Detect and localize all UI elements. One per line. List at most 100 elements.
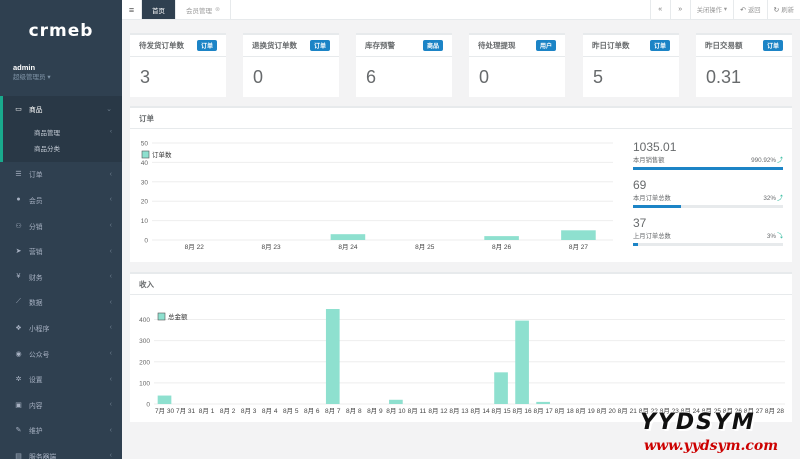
tab-bar: ≡ 首页 会员管理 ⊗ « » 关闭操作 ▾ ↶ 返回 ↻ 刷新 bbox=[122, 0, 800, 20]
x-tick-label: 8月 22 bbox=[185, 243, 205, 251]
x-tick-label: 7月 31 bbox=[176, 407, 196, 415]
chevron-left-icon: ‹ bbox=[109, 222, 112, 230]
profile-role[interactable]: 超级管理员 ▾ bbox=[13, 73, 122, 83]
menu-toggle-button[interactable]: ≡ bbox=[122, 0, 142, 19]
sidebar-item-7[interactable]: ❖ 小程序 ‹ bbox=[0, 315, 122, 341]
gear-icon: ✲ bbox=[15, 376, 22, 384]
sidebar-subitem-label: 商品管理 bbox=[34, 129, 60, 137]
bar bbox=[389, 399, 403, 404]
watermark-url: www.yydsym.com bbox=[644, 438, 779, 454]
legend-label: 订单数 bbox=[152, 150, 172, 159]
chevron-left-icon: ‹ bbox=[109, 196, 112, 204]
refresh-button[interactable]: ↻ 刷新 bbox=[766, 0, 800, 19]
card-badge: 商品 bbox=[422, 40, 443, 51]
x-tick-label: 8月 6 bbox=[304, 407, 320, 415]
sidebar-item-1[interactable]: ☰ 订单 ‹ bbox=[0, 162, 122, 188]
chevron-left-icon: ‹ bbox=[109, 298, 112, 306]
profile-role-label: 超级管理员 bbox=[13, 74, 46, 81]
close-ops-dropdown[interactable]: 关闭操作 ▾ bbox=[689, 0, 733, 19]
sidebar-item-4[interactable]: ➤ 营销 ‹ bbox=[0, 238, 122, 264]
users-icon: ⚇ bbox=[15, 222, 22, 230]
stat-percent: 32% bbox=[763, 195, 776, 202]
sidebar-item-8[interactable]: ◉ 公众号 ‹ bbox=[0, 341, 122, 367]
sidebar-item-11[interactable]: ✎ 维护 ‹ bbox=[0, 418, 122, 444]
x-tick-label: 8月 19 bbox=[576, 407, 596, 415]
x-tick-label: 8月 1 bbox=[199, 407, 215, 415]
legend-swatch bbox=[141, 150, 150, 159]
sidebar-item-2[interactable]: ● 会员 ‹ bbox=[0, 187, 122, 213]
orders-panel-title: 订单 bbox=[130, 108, 792, 129]
user-profile[interactable]: admin 超级管理员 ▾ bbox=[0, 62, 122, 96]
y-tick-label: 100 bbox=[139, 380, 150, 387]
sidebar-item-12[interactable]: ▤ 服务器端 ‹ bbox=[0, 443, 122, 459]
chevron-left-icon: ‹ bbox=[109, 375, 112, 383]
sidebar-item-label: 财务 bbox=[29, 274, 43, 282]
sidebar-item-6[interactable]: ⟋ 数据 ‹ bbox=[0, 290, 122, 316]
card-value: 3 bbox=[140, 67, 151, 87]
card-badge: 订单 bbox=[762, 40, 783, 51]
arrow-down-icon: ⤵ bbox=[776, 234, 783, 240]
stat-value: 37 bbox=[633, 216, 647, 230]
sidebar-item-label: 数据 bbox=[29, 300, 43, 308]
x-tick-label: 8月 16 bbox=[513, 407, 533, 415]
sidebar-item-label: 分销 bbox=[29, 223, 43, 231]
x-tick-label: 8月 15 bbox=[491, 407, 511, 415]
sidebar-item-9[interactable]: ✲ 设置 ‹ bbox=[0, 366, 122, 392]
x-tick-label: 8月 3 bbox=[241, 407, 257, 415]
x-tick-label: 8月 20 bbox=[597, 407, 617, 415]
x-tick-label: 8月 4 bbox=[262, 407, 278, 415]
sidebar-subitem-0[interactable]: 商品管理 ‹ bbox=[3, 124, 122, 140]
card-value: 0.31 bbox=[706, 67, 742, 87]
stat-card-pending-ship: 待发货订单数 订单 3 bbox=[130, 33, 226, 97]
tab-member-management[interactable]: 会员管理 ⊗ bbox=[176, 0, 232, 19]
stat-label: 本月销售额 bbox=[633, 157, 665, 164]
close-tab-icon[interactable]: ⊗ bbox=[215, 6, 220, 13]
orders-chart: 0 10 20 30 40 50 8月 22 8月 23 8月 24 8月 25 8月 26 8月 2… bbox=[141, 141, 613, 251]
chevron-left-icon: ‹ bbox=[109, 247, 112, 255]
income-panel: 收入 0 100 200 300 400 7月 30 7月 31 8月 1 8月 2 8月 3 8月… bbox=[130, 272, 792, 422]
stat-progress-fill bbox=[633, 205, 681, 208]
caret-down-icon: ▾ bbox=[723, 6, 728, 13]
stat-card-returns: 退换货订单数 订单 0 bbox=[243, 33, 339, 97]
sidebar-item-label: 服务器端 bbox=[29, 453, 57, 459]
stat-card-yesterday-revenue: 昨日交易额 订单 0.31 bbox=[696, 33, 792, 97]
sidebar-subitem-1[interactable]: 商品分类 bbox=[3, 140, 122, 156]
logo[interactable]: crmeb bbox=[0, 0, 122, 62]
tab-home-label: 首页 bbox=[152, 7, 165, 15]
profile-name: admin bbox=[13, 63, 36, 72]
chevron-left-icon: ‹ bbox=[109, 452, 112, 459]
sidebar-item-label: 营销 bbox=[29, 249, 43, 257]
stat-percent: 3% bbox=[766, 233, 776, 240]
sidebar-item-3[interactable]: ⚇ 分销 ‹ bbox=[0, 213, 122, 239]
stat-progress bbox=[633, 243, 783, 246]
x-tick-label: 8月 24 bbox=[338, 243, 358, 251]
x-tick-label: 8月 8 bbox=[346, 407, 362, 415]
x-tick-label: 8月 5 bbox=[283, 407, 299, 415]
stat-value: 1035.01 bbox=[633, 140, 677, 154]
tab-home[interactable]: 首页 bbox=[142, 0, 176, 19]
scroll-left-button[interactable]: « bbox=[649, 0, 670, 19]
caret-down-icon: ▾ bbox=[47, 74, 51, 81]
card-title: 库存预警 bbox=[365, 41, 395, 50]
sidebar-item-10[interactable]: ▣ 内容 ‹ bbox=[0, 392, 122, 418]
chevron-down-icon: ⌄ bbox=[106, 105, 112, 113]
sidebar-item-label: 会员 bbox=[29, 197, 43, 205]
stat-label: 上月订单总数 bbox=[633, 233, 671, 240]
x-tick-label: 8月 17 bbox=[534, 407, 554, 415]
sidebar-item-0[interactable]: ▭ 商品 ⌄ bbox=[0, 96, 122, 122]
card-badge: 订单 bbox=[649, 40, 670, 51]
scroll-right-button[interactable]: » bbox=[669, 0, 690, 19]
tab-spacer bbox=[231, 0, 650, 19]
y-tick-label: 40 bbox=[141, 160, 149, 167]
stat-card-withdrawals: 待处理提现 用户 0 bbox=[469, 33, 565, 97]
y-tick-label: 0 bbox=[144, 238, 148, 245]
bar bbox=[515, 320, 529, 404]
y-tick-label: 10 bbox=[141, 218, 149, 225]
card-value: 6 bbox=[366, 67, 377, 87]
stat-progress bbox=[633, 167, 783, 170]
arrow-up-icon: ⤴ bbox=[776, 196, 783, 202]
card-value: 0 bbox=[253, 67, 264, 87]
box-icon: ▣ bbox=[15, 401, 22, 409]
sidebar-item-5[interactable]: ¥ 财务 ‹ bbox=[0, 264, 122, 290]
back-button[interactable]: ↶ 返回 bbox=[733, 0, 766, 19]
